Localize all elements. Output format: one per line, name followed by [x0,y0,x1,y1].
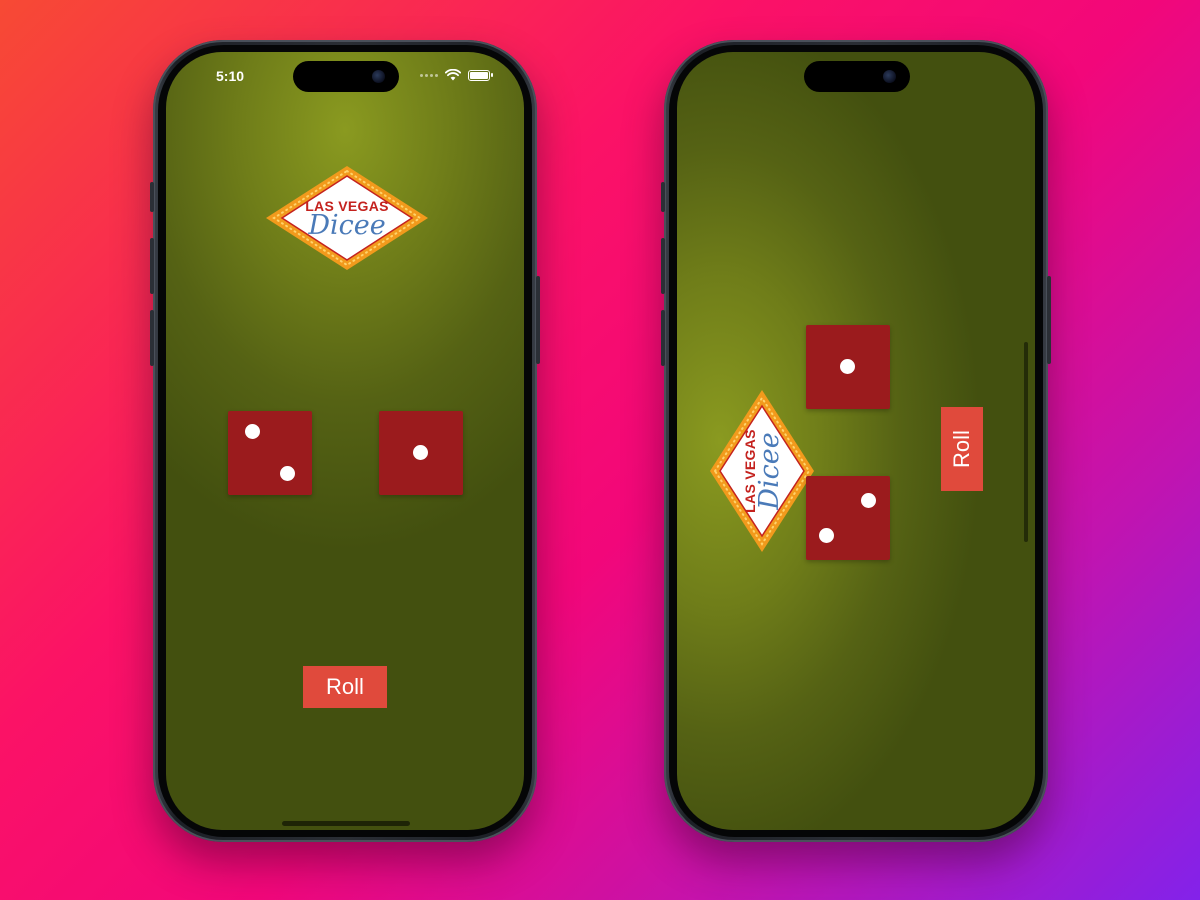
roll-button[interactable]: Roll [941,407,983,491]
volume-down-button [661,310,665,366]
app-logo: LAS VEGAS Dicee [708,388,816,554]
front-camera-icon [883,70,896,83]
phone-portrait: 5:10 LAS VEGAS Dicee Roll [150,40,540,842]
status-time: 5:10 [216,68,245,84]
wifi-icon [445,69,461,81]
signal-dots-icon [420,73,438,77]
die-right [379,411,463,495]
die-pip [840,359,855,374]
app-logo: LAS VEGAS Dicee [264,164,430,272]
phone-landscape: LAS VEGAS Dicee Roll [661,40,1051,842]
die-pip [819,528,834,543]
dynamic-island [293,61,399,92]
app-screen-portrait: 5:10 LAS VEGAS Dicee Roll [166,52,524,830]
die-pip [861,493,876,508]
die-top [806,325,890,409]
app-screen-landscape: LAS VEGAS Dicee Roll [677,52,1035,830]
die-left [228,411,312,495]
power-button [1047,276,1051,364]
dynamic-island [804,61,910,92]
home-indicator [1024,342,1028,542]
logo-title-line2: Dicee [308,210,386,241]
front-camera-icon [372,70,385,83]
volume-up-button [150,238,154,294]
battery-icon [468,69,493,81]
action-button [150,182,154,212]
die-pip [245,424,260,439]
volume-up-button [661,238,665,294]
action-button [661,182,665,212]
home-indicator [282,821,410,826]
power-button [536,276,540,364]
logo-title-line2: Dicee [754,432,785,510]
roll-button[interactable]: Roll [303,666,387,708]
volume-down-button [150,310,154,366]
die-pip [413,445,428,460]
status-icons [420,69,493,81]
die-bottom [806,476,890,560]
die-pip [280,466,295,481]
